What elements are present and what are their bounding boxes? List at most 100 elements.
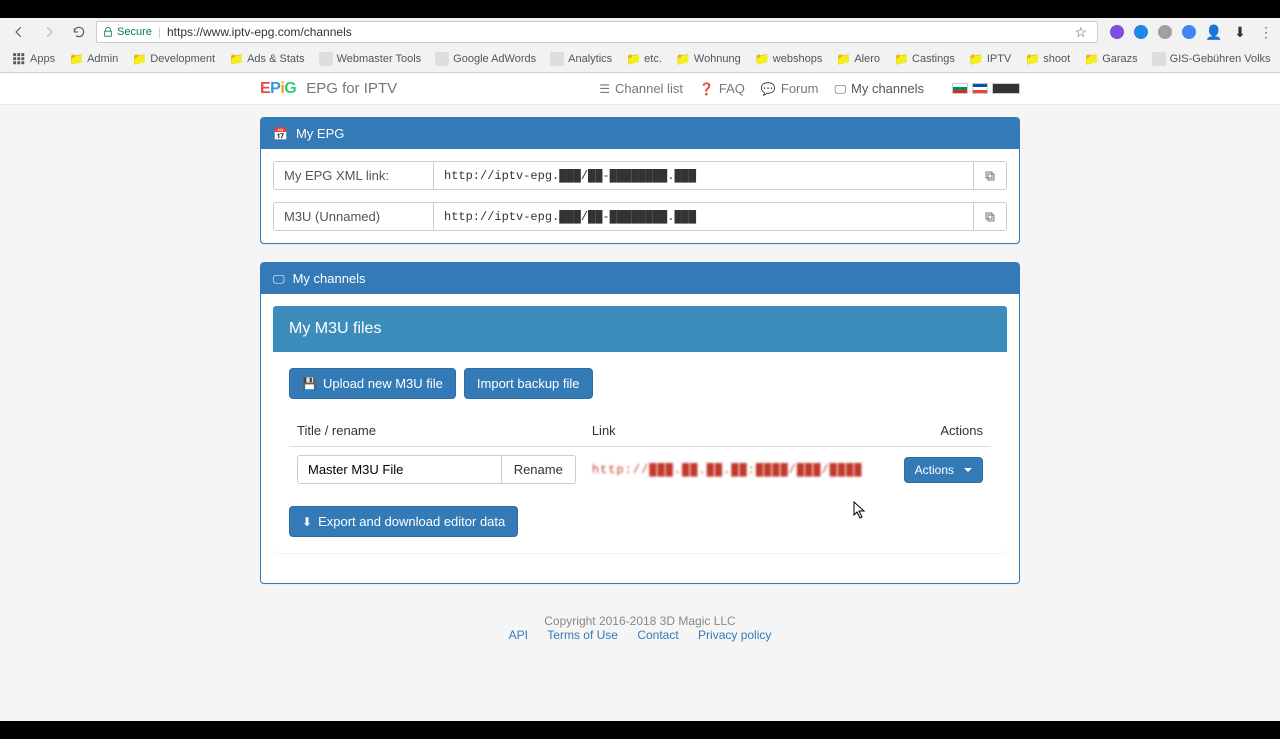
calendar-icon: 📅	[273, 128, 288, 140]
bookmark-item[interactable]: shoot	[1019, 48, 1076, 70]
bookmark-item[interactable]: Alero	[830, 48, 886, 70]
my-epg-panel: 📅 My EPG My EPG XML link: http://iptv-ep…	[260, 117, 1020, 244]
actions-dropdown-button[interactable]: Actions	[904, 457, 983, 483]
tv-icon: 🖵	[834, 83, 846, 95]
extension-icon-2[interactable]	[1134, 25, 1148, 39]
brand-title: EPG for IPTV	[306, 80, 397, 97]
lock-icon	[103, 27, 113, 37]
extension-icon-4[interactable]	[1182, 25, 1196, 39]
import-backup-button[interactable]: Import backup file	[464, 368, 593, 399]
import-backup-label: Import backup file	[477, 376, 580, 391]
extension-icon-1[interactable]	[1110, 25, 1124, 39]
url-text: https://www.iptv-epg.com/channels	[167, 25, 352, 39]
bookmark-item[interactable]: Admin	[63, 48, 124, 70]
browser-chrome: Secure | https://www.iptv-epg.com/channe…	[0, 18, 1280, 73]
bookmark-item[interactable]: etc.	[620, 48, 668, 70]
nav-faq-label: FAQ	[719, 81, 745, 96]
upload-m3u-button[interactable]: 💾 Upload new M3U file	[289, 368, 456, 399]
comment-icon: 💬	[761, 83, 776, 95]
my-epg-heading: 📅 My EPG	[261, 118, 1019, 149]
nav-faq[interactable]: ❓ FAQ	[699, 81, 745, 96]
bookmarks-bar: AppsAdminDevelopmentAds & StatsWebmaster…	[0, 46, 1280, 72]
footer-privacy-link[interactable]: Privacy policy	[698, 628, 771, 642]
bookmark-item[interactable]: Wohnung	[670, 48, 747, 70]
upload-icon: 💾	[302, 378, 317, 390]
letterbox-top	[0, 0, 1280, 18]
copy-icon	[984, 170, 996, 182]
nav-my-channels[interactable]: 🖵 My channels	[834, 81, 924, 96]
bookmark-item[interactable]: GIS-Gebühren Volks	[1146, 48, 1277, 70]
brand-logo: EPiG	[260, 80, 296, 98]
m3u-files-heading: My M3U files	[273, 306, 1007, 352]
footer-api-link[interactable]: API	[509, 628, 528, 642]
address-bar[interactable]: Secure | https://www.iptv-epg.com/channe…	[96, 21, 1098, 43]
export-editor-data-button[interactable]: ⬇ Export and download editor data	[289, 506, 518, 537]
m3u-files-panel: My M3U files 💾 Upload new M3U file Impor…	[273, 306, 1007, 553]
list-icon: ☰	[599, 83, 610, 95]
m3u-title-input[interactable]	[297, 455, 501, 484]
bookmark-item[interactable]: Google AdWords	[429, 48, 542, 70]
copy-icon	[984, 211, 996, 223]
forward-button[interactable]	[36, 21, 62, 43]
table-row: Rename http://███.██.██.██:████/███/████	[289, 447, 991, 493]
footer-terms-link[interactable]: Terms of Use	[547, 628, 618, 642]
epg-xml-row: My EPG XML link: http://iptv-epg.███/██-…	[273, 161, 1007, 190]
download-icon: ⬇	[302, 516, 312, 528]
my-epg-title: My EPG	[296, 126, 344, 141]
menu-icon[interactable]: ⋮	[1258, 24, 1274, 40]
nav-forum[interactable]: 💬 Forum	[761, 81, 819, 96]
th-actions: Actions	[896, 415, 991, 447]
secure-label: Secure	[117, 26, 152, 38]
profile-icon[interactable]: 👤	[1206, 24, 1222, 40]
my-channels-heading: 🖵 My channels	[261, 263, 1019, 294]
caret-down-icon	[964, 468, 972, 472]
m3u-unnamed-label: M3U (Unnamed)	[273, 202, 433, 231]
nav-forum-label: Forum	[781, 81, 819, 96]
brand[interactable]: EPiG EPG for IPTV	[260, 80, 397, 98]
bookmark-item[interactable]: Garazs	[1078, 48, 1143, 70]
bookmarks-apps[interactable]: Apps	[6, 52, 61, 66]
bookmark-item[interactable]: Analytics	[544, 48, 618, 70]
epg-xml-label: My EPG XML link:	[273, 161, 433, 190]
bookmark-item[interactable]: Castings	[888, 48, 961, 70]
my-channels-title: My channels	[293, 271, 366, 286]
flag-icon-1[interactable]	[952, 83, 968, 94]
downloads-icon[interactable]: ⬇	[1232, 24, 1248, 40]
copy-m3u-unnamed-button[interactable]	[974, 202, 1007, 231]
rename-button[interactable]: Rename	[501, 455, 576, 484]
footer-contact-link[interactable]: Contact	[637, 628, 678, 642]
bookmark-star-icon[interactable]: ☆	[1074, 24, 1087, 41]
my-channels-panel: 🖵 My channels My M3U files 💾 Upload new …	[260, 262, 1020, 584]
bookmark-item[interactable]: Ads & Stats	[223, 48, 310, 70]
extension-icon-3[interactable]	[1158, 25, 1172, 39]
export-label: Export and download editor data	[318, 514, 505, 529]
th-link: Link	[584, 415, 896, 447]
question-icon: ❓	[699, 83, 714, 95]
m3u-unnamed-value[interactable]: http://iptv-epg.███/██-████████.███	[433, 202, 974, 231]
bookmark-item[interactable]: webshops	[749, 48, 829, 70]
reload-button[interactable]	[66, 21, 92, 43]
copy-epg-xml-button[interactable]	[974, 161, 1007, 190]
bookmark-item[interactable]: Development	[126, 48, 221, 70]
upload-m3u-label: Upload new M3U file	[323, 376, 443, 391]
page-footer: Copyright 2016-2018 3D Magic LLC API Ter…	[260, 614, 1020, 642]
nav-channel-list[interactable]: ☰ Channel list	[599, 81, 683, 96]
m3u-link-text: http://███.██.██.██:████/███/████	[592, 463, 863, 477]
m3u-link-cell[interactable]: http://███.██.██.██:████/███/████	[584, 447, 896, 493]
back-button[interactable]	[6, 21, 32, 43]
secure-badge: Secure	[103, 26, 152, 38]
tv-icon: 🖵	[273, 273, 285, 285]
flag-icon-2[interactable]	[972, 83, 988, 94]
nav-my-channels-label: My channels	[851, 81, 924, 96]
bookmark-item[interactable]: IPTV	[963, 48, 1017, 70]
bookmark-item[interactable]: Webmaster Tools	[313, 48, 428, 70]
m3u-files-table: Title / rename Link Actions	[289, 415, 991, 492]
epg-xml-value[interactable]: http://iptv-epg.███/██-████████.███	[433, 161, 974, 190]
m3u-unnamed-row: M3U (Unnamed) http://iptv-epg.███/██-███…	[273, 202, 1007, 231]
flag-icon-3[interactable]	[992, 83, 1020, 94]
site-navbar: EPiG EPG for IPTV ☰ Channel list ❓ FAQ 💬…	[0, 73, 1280, 105]
actions-label: Actions	[915, 463, 954, 477]
letterbox-bottom	[0, 721, 1280, 739]
footer-copyright: Copyright 2016-2018 3D Magic LLC	[260, 614, 1020, 628]
nav-channel-list-label: Channel list	[615, 81, 683, 96]
